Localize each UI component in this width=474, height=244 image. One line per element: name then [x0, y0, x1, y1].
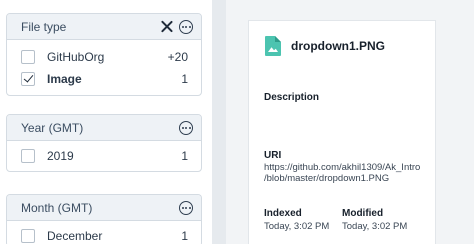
more-options-icon[interactable]: [179, 200, 193, 215]
uri-value-line2[interactable]: /blob/master/dropdown1.PNG: [264, 173, 389, 184]
facet-row-count: 1: [181, 72, 188, 86]
facet-header: Month (GMT): [7, 195, 201, 221]
facet-title: Month (GMT): [21, 200, 93, 215]
uri-label: URI: [264, 150, 282, 161]
file-name-link[interactable]: dropdown1.PNG: [291, 39, 385, 53]
facet-row-label: December: [47, 229, 103, 243]
facet-row-count: 1: [181, 229, 188, 243]
facet-row-count: +20: [167, 50, 188, 64]
more-options-icon[interactable]: [179, 19, 193, 34]
indexed-value: Today, 3:02 PM: [264, 221, 330, 232]
result-card: dropdown1.PNG Description URI https://gi…: [248, 20, 436, 244]
facet-row-december[interactable]: December 1: [7, 225, 201, 244]
checkbox[interactable]: [21, 149, 35, 163]
more-options-icon[interactable]: [179, 120, 193, 135]
facet-row-label: Image: [47, 72, 82, 86]
checkbox[interactable]: [21, 50, 35, 64]
panel-divider: [212, 0, 226, 244]
facet-title: Year (GMT): [21, 120, 84, 135]
modified-label: Modified: [342, 208, 384, 219]
facet-row-2019[interactable]: 2019 1: [7, 145, 201, 167]
facet-month: Month (GMT) December 1: [6, 194, 202, 244]
facet-file-type: File type GitHubOrg +20 Image 1: [6, 13, 202, 96]
facet-header: File type: [7, 14, 201, 40]
facet-row-image[interactable]: Image 1: [7, 68, 201, 90]
facet-row-label: 2019: [47, 149, 74, 163]
description-label: Description: [264, 92, 320, 103]
facet-row-label: GitHubOrg: [47, 50, 105, 64]
facet-row-githuborg[interactable]: GitHubOrg +20: [7, 46, 201, 68]
clear-filter-icon[interactable]: [160, 20, 173, 33]
uri-value-line1[interactable]: https://github.com/akhil1309/Ak_Intro: [264, 162, 420, 173]
checkbox-checked[interactable]: [21, 72, 35, 86]
facet-year: Year (GMT) 2019 1: [6, 114, 202, 172]
facet-title: File type: [21, 19, 67, 34]
modified-value: Today, 3:02 PM: [342, 221, 408, 232]
facets-panel: File type GitHubOrg +20 Image 1 Year (GM…: [0, 0, 212, 244]
image-file-icon[interactable]: [265, 36, 281, 56]
indexed-label: Indexed: [264, 208, 302, 219]
facet-header: Year (GMT): [7, 115, 201, 141]
facet-row-count: 1: [181, 149, 188, 163]
checkbox[interactable]: [21, 229, 35, 243]
